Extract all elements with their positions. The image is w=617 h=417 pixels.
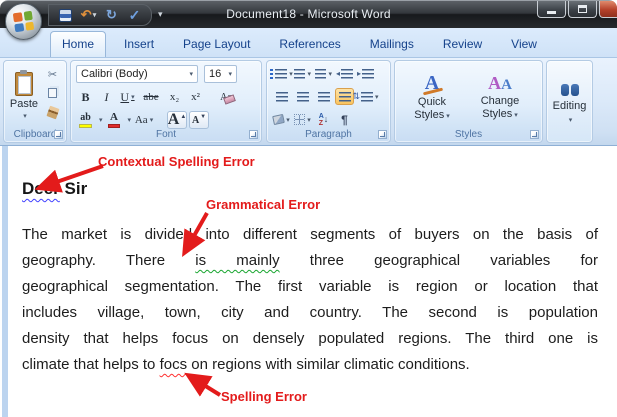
minimize-icon [547,11,556,14]
document-canvas[interactable]: Deer Sir The market is divided into diff… [0,146,617,417]
superscript-button[interactable]: x² [186,88,205,106]
spelling-error-label: Spelling Error [221,389,307,404]
office-logo-icon [13,11,34,32]
borders-button[interactable]: ▾ [293,111,312,128]
tab-view[interactable]: View [500,32,548,57]
align-center-button[interactable] [293,88,312,105]
bold-button[interactable]: B [76,88,95,106]
document-heading[interactable]: Deer Sir [22,179,87,199]
paragraph-group-label: Paragraph [267,129,390,140]
justify-button[interactable] [335,88,354,105]
window-title: Document18 - Microsoft Word [0,7,617,21]
document-body[interactable]: The market is divided into different seg… [22,222,598,378]
quick-styles-button[interactable]: A QuickStyles▾ [401,66,463,128]
shrink-font-button[interactable]: A▼ [189,111,209,129]
close-button[interactable] [599,1,617,18]
format-painter-icon[interactable] [44,104,61,120]
font-color-bar [108,124,120,128]
word-window: ↶▾ ↻ ✓ ▾ Document18 - Microsoft Word Hom… [0,0,617,417]
clipboard-dialog-launcher[interactable] [54,130,63,139]
numbering-button[interactable]: ▾ [293,65,312,82]
align-right-button[interactable] [314,88,333,105]
font-group-label: Font [71,129,261,140]
office-button[interactable] [5,3,42,40]
strikethrough-button[interactable]: abe [139,88,163,106]
bullets-button[interactable]: ▾ [272,65,291,82]
styles-dialog-launcher[interactable] [530,130,539,139]
grow-font-button[interactable]: A▲ [167,111,187,129]
ribbon-tab-bar: Home Insert Page Layout References Maili… [0,28,617,57]
tab-page-layout[interactable]: Page Layout [172,32,261,57]
tab-mailings[interactable]: Mailings [359,32,425,57]
ribbon: Paste ▾ ✂ Clipboard Calibri (Body)▾ 16▾ … [0,57,617,146]
title-bar: ↶▾ ↻ ✓ ▾ Document18 - Microsoft Word [0,0,617,28]
change-case-button[interactable]: Aa▾ [133,111,155,129]
document-left-margin-strip [2,146,8,417]
maximize-icon [578,5,587,13]
clear-formatting-button[interactable]: Aa [215,88,237,106]
font-color-dropdown-icon[interactable]: ▾ [128,116,132,124]
font-name-combo[interactable]: Calibri (Body)▾ [76,65,198,83]
change-styles-icon: AA [488,73,512,94]
maximize-button[interactable] [568,1,597,18]
sort-button[interactable]: AZ↓ [314,111,333,128]
subscript-button[interactable]: x₂ [165,88,184,106]
paste-clipboard-icon [15,72,33,96]
body-line-1[interactable]: The market is divided into different seg… [22,222,598,248]
cut-icon[interactable]: ✂ [44,66,61,82]
grammatical-error-label: Grammatical Error [206,197,320,212]
clipboard-group: Paste ▾ ✂ Clipboard [3,60,67,143]
font-size-combo[interactable]: 16▾ [204,65,237,83]
paste-dropdown-icon: ▾ [23,112,27,120]
underline-button[interactable]: U▾ [118,88,137,106]
font-color-button[interactable]: A [105,111,124,129]
paragraph-group: ▾ ▾ ▾ ◂ ▸ ⇅▾ ▾ ▾ AZ↓ ¶ Paragraph [266,60,391,143]
quick-styles-icon: A [425,72,439,95]
body-line-4[interactable]: includes village, town, city and country… [22,300,598,326]
editing-dropdown-icon: ▾ [569,116,573,124]
align-left-button[interactable] [272,88,291,105]
styles-group-label: Styles [395,129,542,140]
highlight-dropdown-icon[interactable]: ▾ [99,116,103,124]
styles-group: A QuickStyles▾ AA ChangeStyles▾ Styles [394,60,543,143]
tab-references[interactable]: References [268,32,351,57]
copy-icon[interactable] [44,85,61,101]
body-line-3[interactable]: geographical segmentation. The first var… [22,274,598,300]
increase-indent-button[interactable]: ▸ [356,65,375,82]
line-spacing-button[interactable]: ⇅▾ [356,88,375,105]
window-controls [537,1,617,18]
spelling-error-arrow [191,377,220,395]
editing-group: Editing ▾ [546,60,593,143]
shading-button[interactable]: ▾ [272,111,291,128]
grammatical-error-phrase[interactable]: is mainly [195,252,279,269]
italic-button[interactable]: I [97,88,116,106]
change-styles-button[interactable]: AA ChangeStyles▾ [469,66,531,128]
contextual-spelling-error-word[interactable]: Deer [22,179,60,198]
decrease-indent-button[interactable]: ◂ [335,65,354,82]
body-line-6[interactable]: climate that helps to focs on regions wi… [22,352,598,378]
paragraph-dialog-launcher[interactable] [378,130,387,139]
spelling-error-word[interactable]: focs [160,356,188,373]
contextual-spelling-error-label: Contextual Spelling Error [98,154,255,169]
minimize-button[interactable] [537,1,566,18]
paste-button[interactable]: Paste ▾ [8,65,40,127]
tab-home[interactable]: Home [50,31,106,57]
body-line-5[interactable]: density that helps focus on densely popu… [22,326,598,352]
show-hide-formatting-button[interactable]: ¶ [335,111,354,128]
multilevel-list-button[interactable]: ▾ [314,65,333,82]
binoculars-icon [561,84,579,96]
highlight-color-bar [79,124,92,128]
body-line-2[interactable]: geography. There is mainly three geograp… [22,248,598,274]
tab-insert[interactable]: Insert [113,32,165,57]
editing-button[interactable]: Editing ▾ [550,65,589,138]
font-group: Calibri (Body)▾ 16▾ B I U▾ abe x₂ x² Aa … [70,60,262,143]
text-highlight-button[interactable]: ab [76,111,95,129]
font-dialog-launcher[interactable] [249,130,258,139]
tab-review[interactable]: Review [432,32,493,57]
